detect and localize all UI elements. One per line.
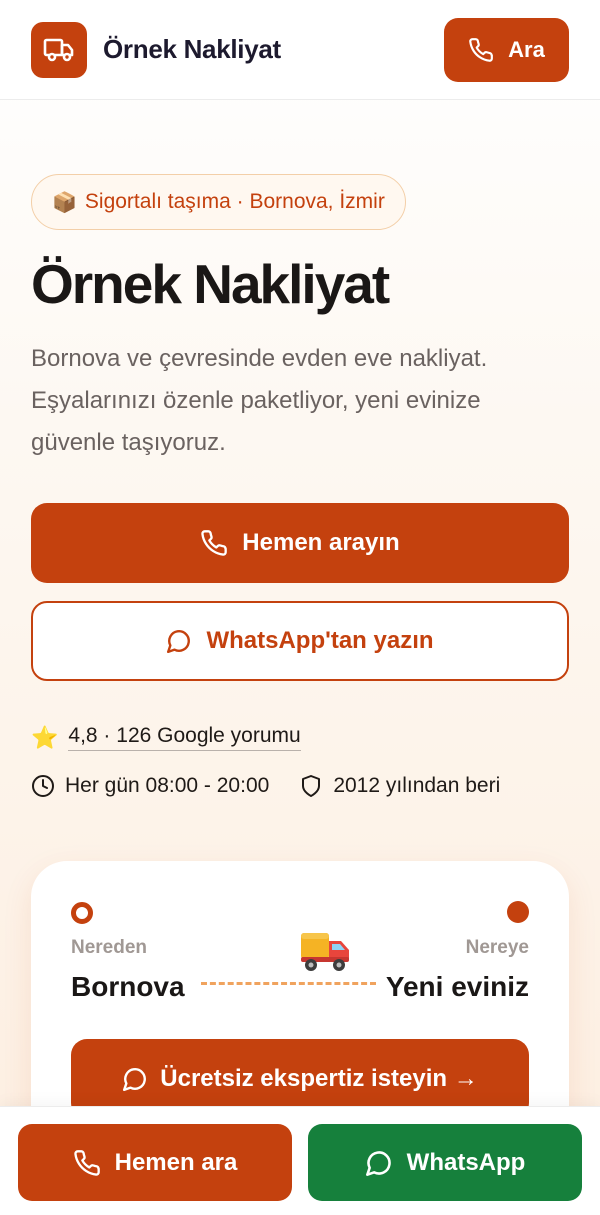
brand[interactable]: Örnek Nakliyat	[31, 21, 281, 78]
chat-bubble-icon	[166, 628, 192, 654]
header-call-button[interactable]: Ara	[444, 17, 569, 82]
whatsapp-icon	[365, 1149, 393, 1177]
brand-name: Örnek Nakliyat	[103, 34, 281, 64]
destination-dot	[507, 901, 529, 923]
header-call-label: Ara	[508, 36, 545, 62]
route-dashed-line	[201, 982, 376, 985]
call-now-button[interactable]: Hemen arayın	[31, 503, 569, 583]
hero-description: Bornova ve çevresinde evden eve nakliyat…	[31, 344, 488, 456]
page-title: Örnek Nakliyat	[31, 253, 390, 315]
insurance-badge: 📦 Sigortalı taşıma · Bornova, İzmir	[31, 174, 406, 230]
from-label: Nereden	[71, 937, 148, 958]
hours-text: Her gün 08:00 - 20:00	[65, 774, 270, 797]
free-survey-label: Ücretsiz ekspertiz isteyin →	[160, 1065, 478, 1092]
badge-text: Sigortalı taşıma · Bornova, İzmir	[84, 190, 385, 213]
info-row: Her gün 08:00 - 20:00 2012 yılından beri	[31, 774, 500, 798]
package-icon: 📦	[52, 191, 77, 214]
since-text: 2012 yılından beri	[333, 774, 501, 797]
bottom-whatsapp-label: WhatsApp	[406, 1148, 526, 1176]
origin-dot	[71, 902, 93, 924]
google-rating[interactable]: ⭐ 4,8 · 126 Google yorumu	[31, 724, 301, 751]
hero-section: 📦 Sigortalı taşıma · Bornova, İzmir Örne…	[31, 174, 571, 464]
call-now-label: Hemen arayın	[242, 529, 400, 556]
sticky-bottom-bar: Hemen ara WhatsApp	[0, 1106, 600, 1215]
established-since: 2012 yılından beri	[299, 774, 500, 798]
star-icon: ⭐	[31, 724, 59, 750]
bottom-call-label: Hemen ara	[114, 1148, 238, 1176]
phone-icon	[200, 529, 228, 557]
phone-icon	[468, 37, 494, 63]
to-value: Yeni eviniz	[385, 971, 529, 1002]
rating-text: 4,8 · 126 Google yorumu	[68, 724, 301, 751]
working-hours: Her gün 08:00 - 20:00	[31, 774, 269, 798]
delivery-truck-icon	[299, 929, 353, 973]
phone-icon	[73, 1149, 101, 1177]
site-header: Örnek Nakliyat Ara	[0, 0, 600, 100]
bottom-call-button[interactable]: Hemen ara	[18, 1124, 292, 1201]
to-label: Nereye	[465, 937, 529, 958]
chat-bubble-icon	[122, 1066, 148, 1092]
bottom-whatsapp-button[interactable]: WhatsApp	[308, 1124, 582, 1201]
whatsapp-write-label: WhatsApp'tan yazın	[206, 627, 434, 654]
truck-icon	[31, 21, 87, 78]
shield-icon	[299, 774, 323, 798]
from-value: Bornova	[71, 971, 185, 1002]
whatsapp-write-button[interactable]: WhatsApp'tan yazın	[31, 601, 569, 681]
clock-icon	[31, 774, 55, 798]
